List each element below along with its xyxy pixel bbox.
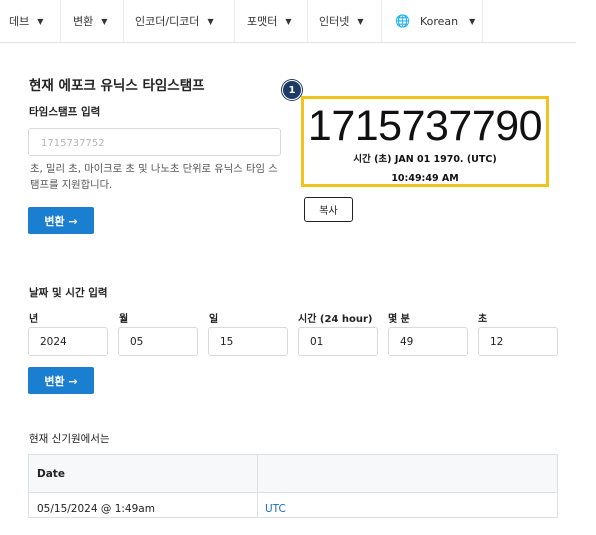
month-label: 월: [119, 314, 129, 325]
epoch-table: Date 05/15/2024 @ 1:49am UTC: [28, 454, 558, 518]
convert-timestamp-button[interactable]: 변환 →: [28, 207, 94, 234]
timestamp-input[interactable]: 1715737752: [28, 128, 281, 156]
nav-label: 인터넷: [319, 15, 350, 28]
date-cell: 05/15/2024 @ 1:49am: [37, 503, 155, 515]
datetime-input-label: 날짜 및 시간 입력: [29, 287, 108, 299]
copy-button[interactable]: 복사: [304, 197, 353, 222]
language-select[interactable]: 🌐 Korean ▼: [382, 0, 483, 42]
nav-menu-convert[interactable]: 변환 ▼: [61, 0, 124, 42]
caret-down-icon: ▼: [207, 16, 214, 26]
nav-label: 데브: [9, 15, 30, 28]
minute-label: 몇 분: [388, 314, 410, 325]
language-label: Korean: [419, 14, 459, 28]
year-input[interactable]: 2024: [28, 327, 108, 356]
date-column-header: Date: [37, 468, 65, 480]
caret-down-icon: ▼: [37, 16, 44, 26]
second-label: 초: [478, 314, 488, 325]
caret-down-icon: ▼: [101, 16, 108, 26]
nav-menu-encoder[interactable]: 인코더/디코더 ▼: [124, 0, 235, 42]
caret-down-icon: ▼: [469, 16, 476, 26]
caret-down-icon: ▼: [357, 16, 364, 26]
timestamp-help-text: 초, 밀리 초, 마이크로 초 및 나노초 단위로 유닉스 타임 스탬프를 지원…: [30, 163, 278, 191]
nav-menu-formatter[interactable]: 포맷터 ▼: [235, 0, 308, 42]
nav-menu-dev[interactable]: 데브 ▼: [0, 0, 61, 42]
convert-datetime-button[interactable]: 변환 →: [28, 367, 94, 394]
timestamp-input-label: 타임스탬프 입력: [29, 106, 101, 118]
hour-label: 시간 (24 hour): [298, 314, 373, 325]
globe-icon: 🌐: [395, 14, 410, 28]
nav-label: 포맷터: [247, 15, 278, 28]
page-title: 현재 에포크 유닉스 타임스탬프: [29, 78, 205, 94]
step-badge: 1: [282, 80, 302, 100]
nav-label: 인코더/디코더: [135, 15, 200, 28]
nav-label: 변환: [73, 15, 94, 28]
epoch-section-label: 현재 신기원에서는: [29, 433, 110, 445]
caret-down-icon: ▼: [285, 16, 292, 26]
result-description: 시간 (초) JAN 01 1970. (UTC): [353, 154, 497, 165]
minute-input[interactable]: 49: [388, 327, 468, 356]
month-input[interactable]: 05: [118, 327, 198, 356]
table-header: Date: [29, 455, 557, 493]
day-label: 일: [209, 314, 219, 325]
timezone-link[interactable]: UTC: [265, 503, 286, 515]
nav-menu-internet[interactable]: 인터넷 ▼: [308, 0, 382, 42]
column-divider: [257, 455, 258, 517]
result-timestamp: 1715737790: [307, 102, 543, 150]
year-label: 년: [29, 314, 39, 325]
top-nav: 데브 ▼ 변환 ▼ 인코더/디코더 ▼ 포맷터 ▼ 인터넷 ▼ 🌐 Korean…: [0, 0, 576, 43]
result-box: 1715737790 시간 (초) JAN 01 1970. (UTC) 10:…: [301, 96, 549, 187]
result-time: 10:49:49 AM: [391, 173, 459, 184]
second-input[interactable]: 12: [478, 327, 558, 356]
day-input[interactable]: 15: [208, 327, 288, 356]
hour-input[interactable]: 01: [298, 327, 378, 356]
